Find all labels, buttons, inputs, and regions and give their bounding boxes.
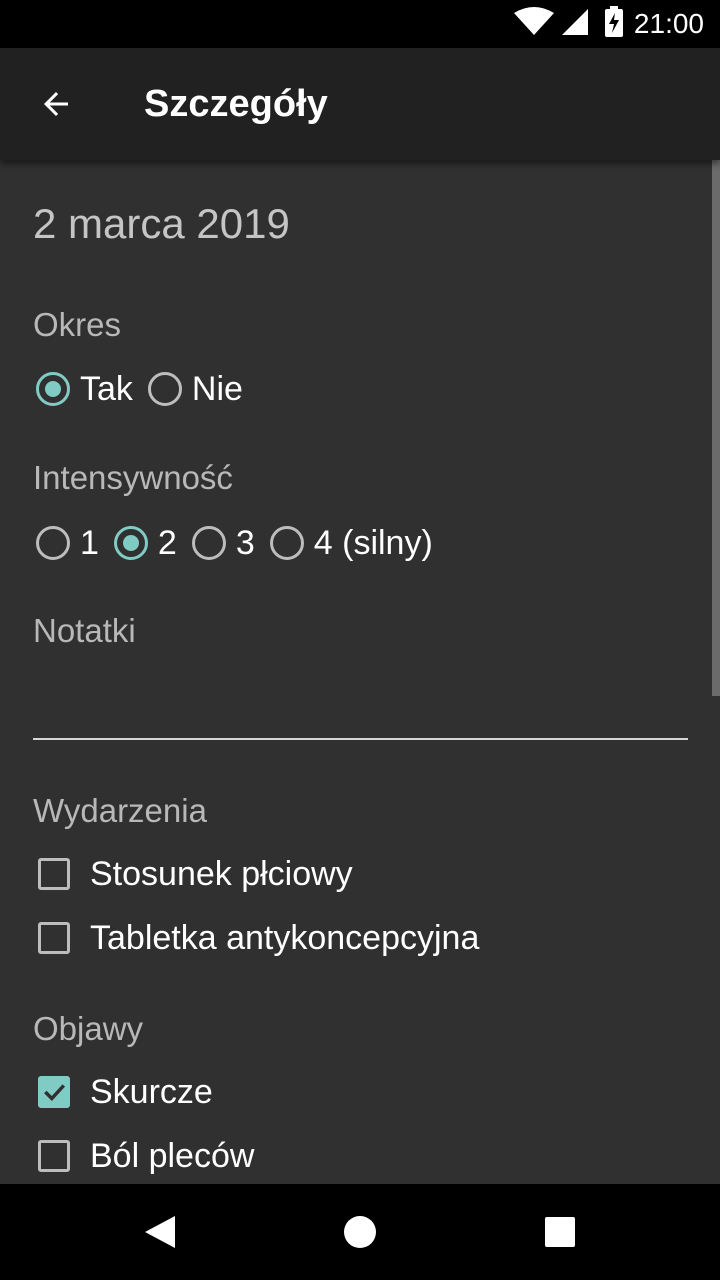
- checkmark-icon: [44, 1084, 66, 1102]
- home-circle-icon: [344, 1216, 376, 1248]
- radio-button[interactable]: [147, 372, 182, 406]
- radio-label: 1: [80, 523, 99, 562]
- notes-input[interactable]: [33, 684, 688, 740]
- radio-label: Nie: [191, 369, 243, 408]
- radio-intensity-3[interactable]: 3: [189, 524, 255, 563]
- checkbox-row-bol-plecow[interactable]: Ból pleców: [33, 1132, 254, 1180]
- status-bar: 21:00: [0, 0, 720, 48]
- checkbox-label: Skurcze: [90, 1072, 213, 1111]
- checkbox[interactable]: [38, 922, 70, 954]
- checkbox-row-skurcze[interactable]: Skurcze: [33, 1068, 213, 1116]
- checkbox-row-stosunek[interactable]: Stosunek płciowy: [33, 850, 353, 898]
- app-bar: Szczegóły: [0, 48, 720, 160]
- radio-button[interactable]: [269, 526, 304, 560]
- radio-label: 4 (silny): [313, 523, 433, 562]
- status-time: 21:00: [633, 8, 704, 39]
- back-button[interactable]: [28, 76, 84, 132]
- battery-charging-icon: [604, 5, 624, 43]
- radio-period-tak[interactable]: Tak: [33, 370, 133, 409]
- signal-icon: [560, 7, 590, 42]
- nav-back-button[interactable]: [136, 1208, 184, 1256]
- radio-intensity-2[interactable]: 2: [111, 524, 177, 563]
- radio-button[interactable]: [191, 526, 226, 560]
- date-heading: 2 marca 2019: [33, 200, 290, 247]
- nav-home-button[interactable]: [336, 1208, 384, 1256]
- navigation-bar: [0, 1184, 720, 1280]
- back-triangle-icon: [145, 1216, 175, 1248]
- recents-square-icon: [545, 1217, 575, 1247]
- checkbox-label: Tabletka antykoncepcyjna: [90, 918, 480, 957]
- radio-label: 3: [235, 523, 255, 562]
- wifi-icon: [513, 6, 554, 42]
- radio-button-selected[interactable]: [113, 526, 148, 560]
- radio-intensity-4[interactable]: 4 (silny): [267, 524, 433, 563]
- checkbox-label: Ból pleców: [90, 1136, 255, 1175]
- radio-period-nie[interactable]: Nie: [145, 370, 243, 409]
- radio-intensity-1[interactable]: 1: [33, 524, 99, 563]
- scrollbar[interactable]: [712, 160, 720, 696]
- intensity-radio-group: 1 2 3 4 (silny): [33, 519, 445, 567]
- arrow-left-icon: [44, 92, 68, 116]
- radio-label: Tak: [80, 369, 133, 408]
- checkbox-row-tabletka[interactable]: Tabletka antykoncepcyjna: [33, 914, 479, 962]
- radio-button-selected[interactable]: [36, 372, 70, 406]
- radio-button[interactable]: [36, 526, 70, 560]
- events-label: Wydarzenia: [33, 792, 207, 829]
- checkbox-label: Stosunek płciowy: [90, 854, 353, 893]
- intensity-label: Intensywność: [33, 459, 233, 496]
- notes-label: Notatki: [33, 612, 136, 649]
- symptoms-label: Objawy: [33, 1010, 144, 1047]
- radio-label: 2: [157, 523, 177, 562]
- nav-recents-button[interactable]: [536, 1208, 584, 1256]
- period-radio-group: Tak Nie: [33, 365, 255, 413]
- page-title: Szczegóły: [144, 83, 328, 125]
- checkbox[interactable]: [38, 1140, 70, 1172]
- details-content[interactable]: 2 marca 2019 Okres Tak Nie Intensywność …: [0, 160, 720, 1184]
- period-label: Okres: [33, 306, 122, 343]
- checkbox[interactable]: [38, 858, 70, 890]
- checkbox-checked[interactable]: [38, 1076, 70, 1108]
